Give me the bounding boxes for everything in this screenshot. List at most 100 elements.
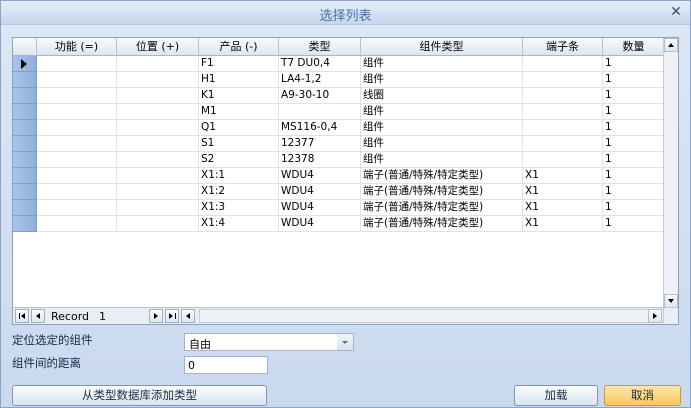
table-cell[interactable]: K1: [199, 88, 279, 104]
table-cell[interactable]: 线圈: [361, 88, 523, 104]
table-cell[interactable]: H1: [199, 72, 279, 88]
table-cell[interactable]: [523, 120, 603, 136]
table-cell[interactable]: F1: [199, 56, 279, 72]
table-row[interactable]: S1 12377 组件 1: [13, 136, 664, 152]
table-cell[interactable]: [37, 88, 117, 104]
table-cell[interactable]: [37, 168, 117, 184]
table-row[interactable]: Q1 MS116-0,4 组件 1: [13, 120, 664, 136]
table-cell[interactable]: 1: [603, 104, 664, 120]
table-cell[interactable]: [37, 152, 117, 168]
distance-input[interactable]: [184, 356, 268, 374]
table-row[interactable]: X1:2 WDU4 端子(普通/特殊/特定类型) X1 1: [13, 184, 664, 200]
table-cell[interactable]: [37, 56, 117, 72]
column-header[interactable]: 类型: [279, 38, 361, 55]
table-cell[interactable]: 12377: [279, 136, 361, 152]
table-row[interactable]: K1 A9-30-10 线圈 1: [13, 88, 664, 104]
table-cell[interactable]: [117, 120, 199, 136]
add-from-type-db-button[interactable]: 从类型数据库添加类型: [12, 385, 267, 406]
row-indicator[interactable]: [13, 120, 37, 136]
scroll-up-button[interactable]: [664, 38, 678, 52]
row-indicator[interactable]: [13, 216, 37, 232]
row-indicator[interactable]: [13, 136, 37, 152]
table-cell[interactable]: [37, 200, 117, 216]
row-indicator[interactable]: [13, 200, 37, 216]
table-row[interactable]: H1 LA4-1,2 组件 1: [13, 72, 664, 88]
table-cell[interactable]: X1:3: [199, 200, 279, 216]
table-cell[interactable]: M1: [199, 104, 279, 120]
table-cell[interactable]: [117, 152, 199, 168]
table-cell[interactable]: [117, 184, 199, 200]
table-cell[interactable]: A9-30-10: [279, 88, 361, 104]
first-record-button[interactable]: [15, 309, 29, 323]
table-cell[interactable]: WDU4: [279, 168, 361, 184]
table-cell[interactable]: [523, 72, 603, 88]
row-indicator[interactable]: [13, 152, 37, 168]
table-cell[interactable]: 1: [603, 216, 664, 232]
table-cell[interactable]: [523, 152, 603, 168]
table-cell[interactable]: 组件: [361, 120, 523, 136]
column-header[interactable]: 功能 (=): [37, 38, 117, 55]
table-cell[interactable]: X1: [523, 168, 603, 184]
table-cell[interactable]: [523, 88, 603, 104]
table-cell[interactable]: 1: [603, 168, 664, 184]
close-icon[interactable]: ✕: [668, 4, 684, 20]
table-row[interactable]: S2 12378 组件 1: [13, 152, 664, 168]
load-button[interactable]: 加载: [514, 385, 598, 406]
table-cell[interactable]: [37, 216, 117, 232]
table-cell[interactable]: [37, 72, 117, 88]
dropdown-arrow-icon[interactable]: [337, 334, 353, 350]
table-cell[interactable]: S1: [199, 136, 279, 152]
scroll-left-button[interactable]: [181, 309, 195, 323]
table-cell[interactable]: WDU4: [279, 216, 361, 232]
record-number[interactable]: 1: [99, 310, 147, 323]
row-indicator[interactable]: [13, 104, 37, 120]
row-indicator[interactable]: [13, 72, 37, 88]
table-cell[interactable]: 1: [603, 72, 664, 88]
table-cell[interactable]: WDU4: [279, 184, 361, 200]
table-cell[interactable]: T7 DU0,4: [279, 56, 361, 72]
table-cell[interactable]: X1: [523, 216, 603, 232]
table-cell[interactable]: 组件: [361, 56, 523, 72]
table-cell[interactable]: 组件: [361, 104, 523, 120]
table-cell[interactable]: 1: [603, 120, 664, 136]
scroll-down-button[interactable]: [664, 294, 678, 308]
scroll-right-button[interactable]: [648, 309, 662, 323]
column-header[interactable]: 位置 (+): [117, 38, 199, 55]
table-cell[interactable]: 1: [603, 184, 664, 200]
column-header[interactable]: 组件类型: [361, 38, 523, 55]
table-cell[interactable]: [117, 200, 199, 216]
table-cell[interactable]: LA4-1,2: [279, 72, 361, 88]
table-cell[interactable]: [117, 72, 199, 88]
table-cell[interactable]: Q1: [199, 120, 279, 136]
table-cell[interactable]: [37, 184, 117, 200]
table-cell[interactable]: [117, 136, 199, 152]
column-header[interactable]: 数量: [603, 38, 664, 55]
column-header[interactable]: 产品 (-): [199, 38, 279, 55]
table-row[interactable]: X1:1 WDU4 端子(普通/特殊/特定类型) X1 1: [13, 168, 664, 184]
table-cell[interactable]: X1:2: [199, 184, 279, 200]
table-cell[interactable]: [117, 56, 199, 72]
table-row[interactable]: M1 组件 1: [13, 104, 664, 120]
table-cell[interactable]: X1:1: [199, 168, 279, 184]
table-row[interactable]: X1:3 WDU4 端子(普通/特殊/特定类型) X1 1: [13, 200, 664, 216]
table-cell[interactable]: [117, 104, 199, 120]
table-cell[interactable]: [117, 88, 199, 104]
table-cell[interactable]: X1: [523, 184, 603, 200]
table-cell[interactable]: 组件: [361, 152, 523, 168]
table-cell[interactable]: WDU4: [279, 200, 361, 216]
table-cell[interactable]: [279, 104, 361, 120]
table-cell[interactable]: X1:4: [199, 216, 279, 232]
table-cell[interactable]: MS116-0,4: [279, 120, 361, 136]
row-indicator[interactable]: [13, 184, 37, 200]
table-cell[interactable]: 1: [603, 56, 664, 72]
table-cell[interactable]: [523, 56, 603, 72]
table-cell[interactable]: 端子(普通/特殊/特定类型): [361, 200, 523, 216]
table-cell[interactable]: 1: [603, 152, 664, 168]
table-cell[interactable]: 端子(普通/特殊/特定类型): [361, 168, 523, 184]
table-cell[interactable]: 端子(普通/特殊/特定类型): [361, 216, 523, 232]
column-header[interactable]: 端子条: [523, 38, 603, 55]
table-cell[interactable]: X1: [523, 200, 603, 216]
prev-record-button[interactable]: [31, 309, 45, 323]
table-cell[interactable]: [117, 216, 199, 232]
table-cell[interactable]: 1: [603, 136, 664, 152]
